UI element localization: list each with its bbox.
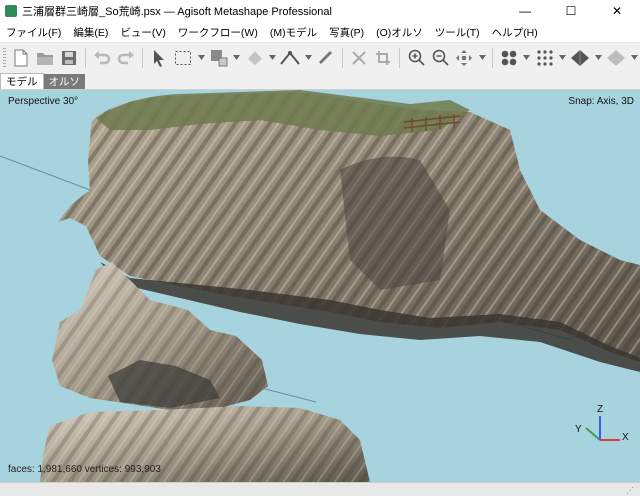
close-button[interactable]: ✕ <box>594 0 640 22</box>
chevron-down-icon[interactable] <box>233 47 242 69</box>
menu-ortho[interactable]: (O)オルソ <box>370 25 429 40</box>
chevron-down-icon[interactable] <box>630 47 639 69</box>
axis-gizmo-icon <box>585 416 620 441</box>
menu-tools[interactable]: ツール(T) <box>429 25 486 40</box>
chevron-down-icon[interactable] <box>197 47 206 69</box>
view-tabs: モデル オルソ <box>0 72 640 90</box>
toolbar-separator <box>342 47 344 68</box>
delete-icon[interactable] <box>349 47 370 69</box>
perspective-label: Perspective 30° <box>8 96 79 107</box>
chevron-down-icon[interactable] <box>594 47 603 69</box>
metashape-app-icon <box>5 5 17 17</box>
menu-model[interactable]: (M)モデル <box>264 25 323 40</box>
menu-file[interactable]: ファイル(F) <box>0 25 67 40</box>
title-bar: 三浦層群三崎層_So荒崎.psx — Agisoft Metashape Pro… <box>0 0 640 22</box>
show-tiled-model-icon[interactable] <box>606 47 627 69</box>
navigation-icon[interactable] <box>149 47 170 69</box>
resize-grip-icon[interactable]: ⋰ <box>626 486 636 495</box>
mesh-stats-label: faces: 1,981,660 vertices: 993,903 <box>8 464 161 475</box>
show-model-icon[interactable] <box>570 47 591 69</box>
chevron-down-icon[interactable] <box>558 47 567 69</box>
free-form-selection-icon[interactable] <box>208 47 229 69</box>
model-viewport[interactable]: Perspective 30° Snap: Axis, 3D X Y Z fac… <box>0 90 640 482</box>
show-cameras-icon[interactable] <box>499 47 520 69</box>
show-points-icon[interactable] <box>534 47 555 69</box>
draw-polygon-icon[interactable] <box>244 47 265 69</box>
draw-polyline-icon[interactable] <box>280 47 301 69</box>
chevron-down-icon[interactable] <box>478 47 487 69</box>
toolbar-grip[interactable] <box>3 47 6 68</box>
main-toolbar <box>0 43 640 73</box>
menu-workflow[interactable]: ワークフロー(W) <box>172 25 264 40</box>
status-bar: ⋰ <box>0 482 640 496</box>
menu-help[interactable]: ヘルプ(H) <box>486 25 544 40</box>
chevron-down-icon[interactable] <box>268 47 277 69</box>
menu-edit[interactable]: 編集(E) <box>67 25 114 40</box>
rectangle-selection-icon[interactable] <box>173 47 194 69</box>
window-controls: — ☐ ✕ <box>502 0 640 22</box>
axis-x-label: X <box>622 432 629 443</box>
menu-bar: ファイル(F) 編集(E) ビュー(V) ワークフロー(W) (M)モデル 写真… <box>0 22 640 43</box>
tab-ortho[interactable]: オルソ <box>43 74 85 89</box>
axis-z-label: Z <box>597 404 604 415</box>
minimize-button[interactable]: — <box>502 0 548 22</box>
grid-line <box>0 155 91 191</box>
axis-y-label: Y <box>575 424 582 435</box>
menu-photo[interactable]: 写真(P) <box>323 25 370 40</box>
toolbar-separator <box>492 47 494 68</box>
toolbar-separator <box>85 47 87 68</box>
save-icon[interactable] <box>59 47 80 69</box>
redo-icon[interactable] <box>116 47 137 69</box>
chevron-down-icon[interactable] <box>304 47 313 69</box>
zoom-in-icon[interactable] <box>406 47 427 69</box>
chevron-down-icon[interactable] <box>523 47 532 69</box>
toolbar-separator <box>142 47 144 68</box>
window-title: 三浦層群三崎層_So荒崎.psx — Agisoft Metashape Pro… <box>22 6 332 18</box>
zoom-out-icon[interactable] <box>430 47 451 69</box>
maximize-button[interactable]: ☐ <box>548 0 594 22</box>
undo-icon[interactable] <box>92 47 113 69</box>
tab-model[interactable]: モデル <box>0 73 44 89</box>
move-object-icon[interactable] <box>454 47 475 69</box>
coastal-cliff-3d-model <box>0 90 640 482</box>
crop-icon[interactable] <box>373 47 394 69</box>
ruler-icon[interactable] <box>316 47 337 69</box>
menu-view[interactable]: ビュー(V) <box>114 25 172 40</box>
new-file-icon[interactable] <box>10 47 31 69</box>
snap-label: Snap: Axis, 3D <box>568 96 634 107</box>
toolbar-separator <box>399 47 401 68</box>
open-folder-icon[interactable] <box>34 47 55 69</box>
